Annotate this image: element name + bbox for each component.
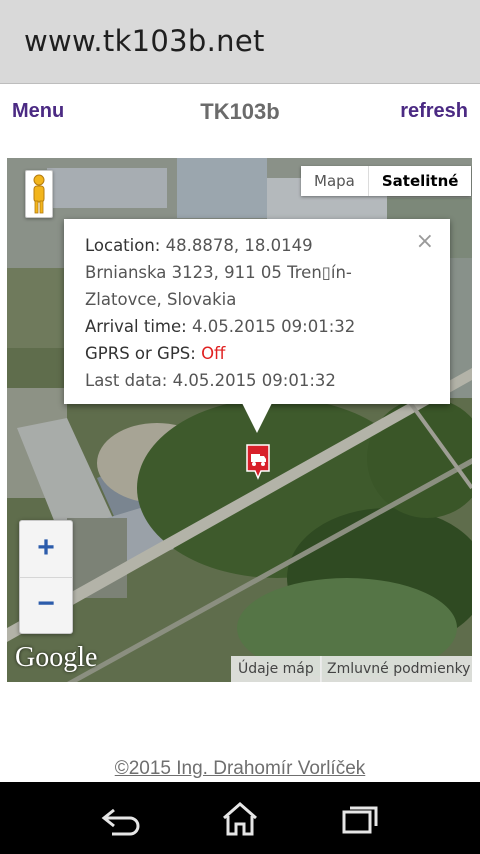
address-line-1: Brnianska 3123, 911 05 Tren▯ín- bbox=[85, 263, 352, 282]
map-type-map-button[interactable]: Mapa bbox=[301, 166, 369, 196]
google-logo: Google bbox=[15, 642, 98, 673]
map-data-link[interactable]: Údaje máp bbox=[231, 656, 322, 682]
street-view-pegman[interactable] bbox=[25, 170, 53, 218]
home-icon[interactable] bbox=[210, 796, 270, 840]
recent-apps-icon[interactable] bbox=[330, 796, 390, 840]
map-type-satellite-button[interactable]: Satelitné bbox=[368, 166, 472, 196]
url-text[interactable]: www.tk103b.net bbox=[24, 24, 265, 58]
info-body: Location: 48.8878, 18.0149 Brnianska 312… bbox=[85, 232, 415, 394]
zoom-out-button[interactable]: − bbox=[20, 577, 72, 633]
copyright-link[interactable]: ©2015 Ing. Drahomír Vorlíček bbox=[0, 758, 480, 780]
app-header: Menu TK103b refresh bbox=[0, 84, 480, 140]
android-nav-bar bbox=[0, 782, 480, 854]
close-icon[interactable]: × bbox=[416, 229, 434, 254]
map-view[interactable]: Mapa Satelitné × Location: 48.8878, 18.0… bbox=[7, 158, 472, 682]
pegman-icon bbox=[33, 174, 45, 214]
location-label: Location: bbox=[85, 236, 161, 255]
map-type-control: Mapa Satelitné bbox=[301, 166, 472, 196]
truck-icon[interactable] bbox=[245, 443, 271, 481]
info-window-tail bbox=[242, 403, 272, 433]
gprs-status-value: Off bbox=[201, 344, 226, 363]
browser-url-bar[interactable]: www.tk103b.net bbox=[0, 0, 480, 84]
address-line-2: Zlatovce, Slovakia bbox=[85, 290, 237, 309]
refresh-link[interactable]: refresh bbox=[400, 100, 468, 123]
zoom-control: + − bbox=[19, 520, 73, 634]
arrival-label: Arrival time: bbox=[85, 317, 187, 336]
info-window: × Location: 48.8878, 18.0149 Brnianska 3… bbox=[64, 219, 450, 404]
back-icon[interactable] bbox=[90, 796, 150, 840]
map-terms-link[interactable]: Zmluvné podmienky bbox=[320, 656, 472, 682]
gprs-label: GPRS or GPS: bbox=[85, 344, 196, 363]
arrival-value: 4.05.2015 09:01:32 bbox=[191, 317, 356, 336]
location-value: 48.8878, 18.0149 bbox=[165, 236, 313, 255]
zoom-in-button[interactable]: + bbox=[20, 521, 72, 578]
last-data: Last data: 4.05.2015 09:01:32 bbox=[85, 371, 336, 390]
